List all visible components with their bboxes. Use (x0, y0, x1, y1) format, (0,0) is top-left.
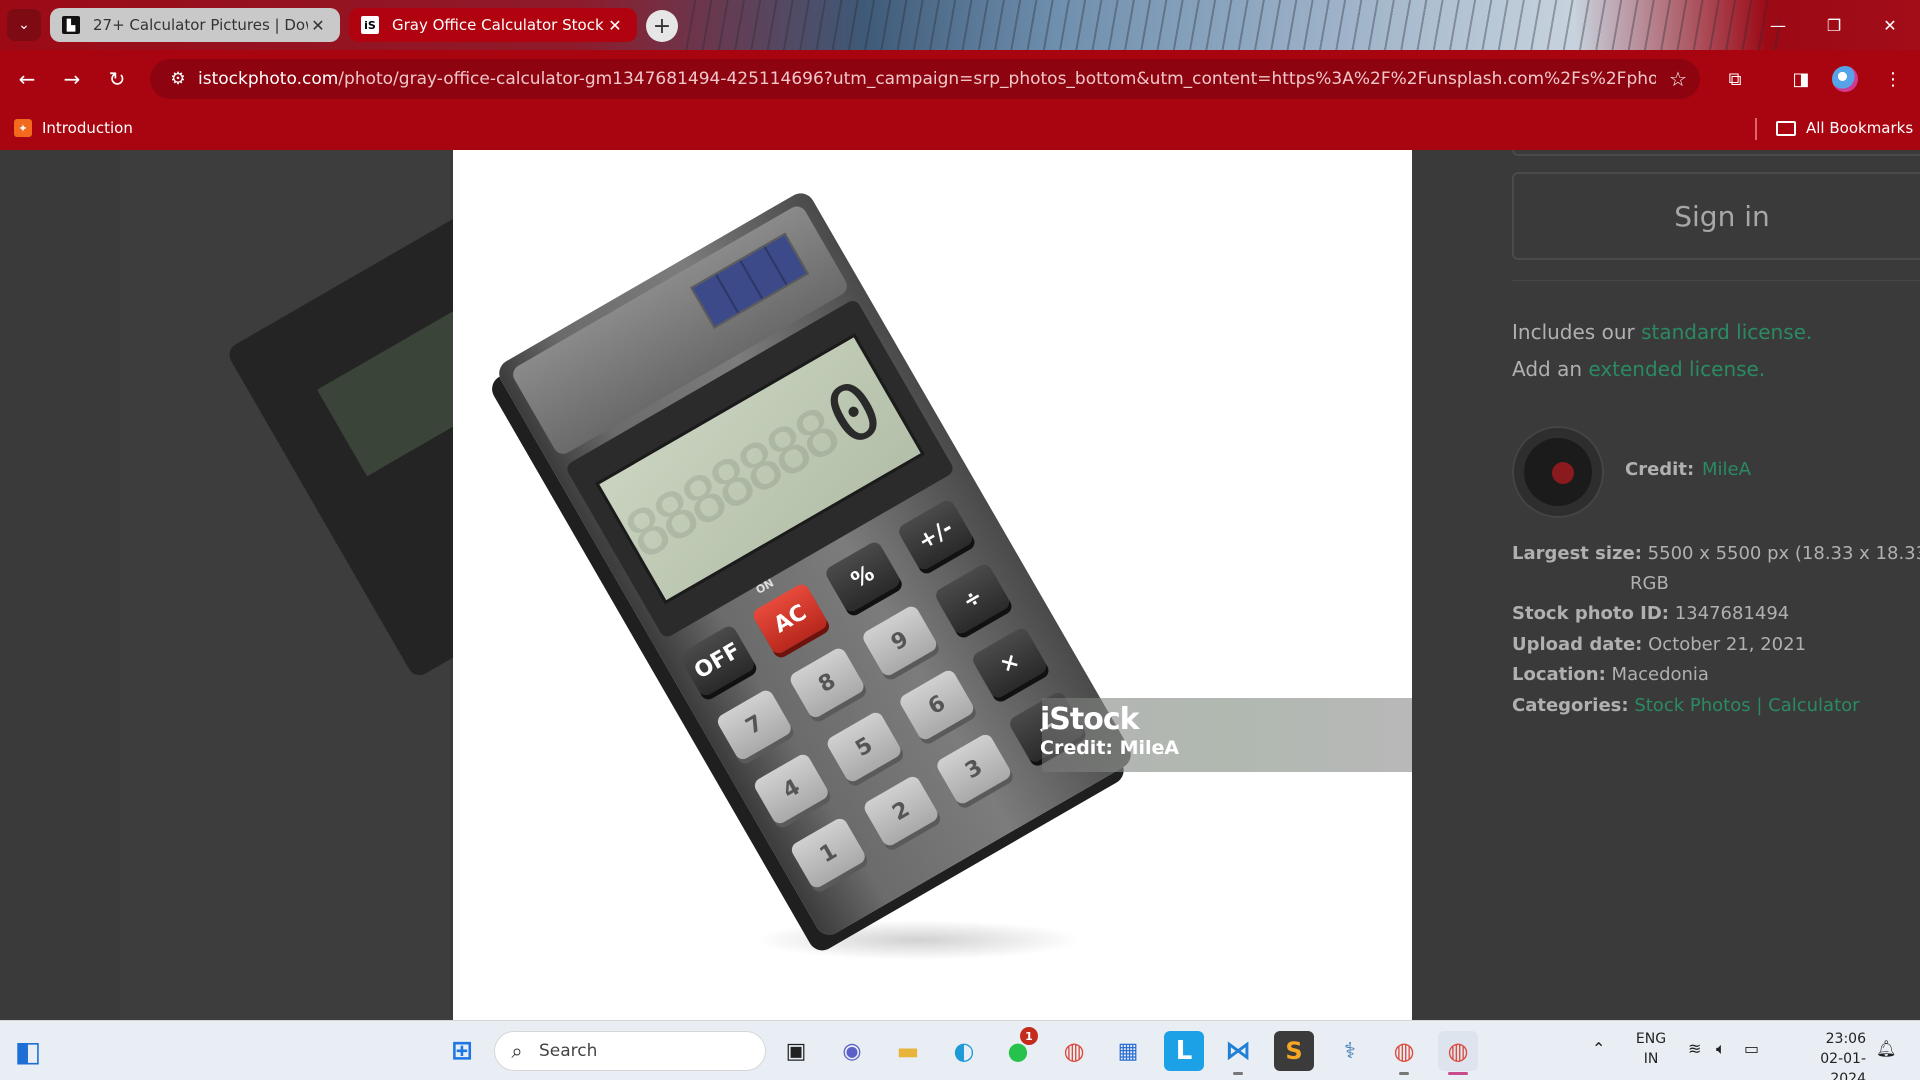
istock-icon: iS (361, 16, 379, 34)
calc-key: ÷ (933, 561, 1012, 637)
calculator-illustration: 88888888 0 ON OFF AC % +/- 7 8 9 ÷ 4 5 6… (494, 188, 1136, 940)
all-bookmarks-button[interactable]: All Bookmarks (1776, 119, 1913, 137)
chrome-icon[interactable]: ◍ (1054, 1031, 1094, 1071)
notification-badge: 1 (1020, 1027, 1038, 1045)
credit-label: Credit: (1625, 459, 1695, 480)
whatsapp-icon[interactable]: ● 1 (998, 1027, 1038, 1071)
stock-photo-id: Stock photo ID: 1347681494 (1512, 603, 1790, 624)
tab-istock[interactable]: iS Gray Office Calculator Stock Ph ✕ (349, 8, 637, 42)
close-icon[interactable]: ✕ (605, 16, 625, 35)
license-line: Includes our standard license. (1512, 320, 1813, 344)
photo-preview[interactable]: 88888888 0 ON OFF AC % +/- 7 8 9 ÷ 4 5 6… (453, 150, 1412, 1020)
file-explorer-icon[interactable]: ▬ (888, 1031, 928, 1071)
contributor-avatar[interactable] (1512, 426, 1604, 518)
language-indicator[interactable]: ENG IN (1633, 1029, 1669, 1069)
profile-avatar[interactable] (1832, 66, 1858, 92)
battery-icon[interactable]: ▭ (1744, 1039, 1759, 1058)
calc-key: 6 (897, 667, 977, 743)
bookmark-favicon-icon: ✦ (14, 119, 32, 137)
store-icon[interactable]: ▦ (1108, 1031, 1148, 1071)
purchase-button-edge[interactable] (1512, 150, 1920, 156)
tab-search-chevron-icon[interactable]: ⌄ (7, 9, 41, 41)
calculator-shadow (753, 920, 1083, 960)
windows-taskbar: ◧ ⊞ ⌕ Search ▣ ◉ ▬ ◐ ● 1 ◍ ▦ L ⋈ S ⚕ ◍ ◍ … (0, 1020, 1920, 1080)
tab-title: 27+ Calculator Pictures | Downl (93, 16, 308, 34)
contributor-link[interactable]: MileA (1702, 459, 1751, 480)
teams-chat-icon[interactable]: ◉ (832, 1031, 872, 1071)
standard-license-link[interactable]: standard license. (1641, 320, 1812, 344)
tab-strip: ⌄ ▙ 27+ Calculator Pictures | Downl ✕ iS… (0, 0, 1920, 50)
tab-title: Gray Office Calculator Stock Ph (392, 16, 605, 34)
folder-icon (1776, 120, 1796, 136)
url-text[interactable]: istockphoto.com/photo/gray-office-calcul… (198, 69, 1656, 89)
python-icon[interactable]: ⚕ (1330, 1031, 1370, 1071)
reload-icon[interactable]: ↻ (100, 62, 134, 96)
calc-key: 2 (861, 773, 941, 849)
volume-icon[interactable]: 🔈︎ (1716, 1039, 1726, 1059)
sign-in-button[interactable]: Sign in (1512, 172, 1920, 260)
search-icon: ⌕ (511, 1039, 523, 1063)
side-panel-icon[interactable]: ◨ (1784, 62, 1818, 96)
app-l-icon[interactable]: L (1164, 1031, 1204, 1071)
watermark-credit: Credit: MileA (1040, 737, 1180, 759)
color-mode: RGB (1630, 573, 1669, 594)
browser-toolbar: ← → ↻ ⚙ istockphoto.com/photo/gray-offic… (0, 50, 1920, 108)
widgets-icon[interactable]: ◧ (8, 1031, 48, 1071)
tab-unsplash[interactable]: ▙ 27+ Calculator Pictures | Downl ✕ (50, 8, 340, 42)
extensions-icon[interactable]: ⧉ (1718, 62, 1752, 96)
calc-key: 9 (860, 603, 940, 679)
edge-icon[interactable]: ◐ (944, 1031, 984, 1071)
details-sidebar: Sign in Includes our standard license. A… (1412, 150, 1920, 1020)
vscode-icon[interactable]: ⋈ (1218, 1031, 1258, 1075)
bookmark-star-icon[interactable]: ☆ (1656, 67, 1700, 91)
menu-kebab-icon[interactable]: ⋮ (1876, 62, 1910, 96)
calc-key: 8 (787, 645, 867, 721)
site-settings-icon[interactable]: ⚙ (158, 69, 198, 89)
bookmark-introduction[interactable]: ✦ Introduction (14, 119, 133, 137)
chrome-active-icon[interactable]: ◍ (1438, 1031, 1478, 1075)
new-tab-button[interactable]: + (646, 10, 678, 42)
notifications-bell-icon[interactable]: 🔔︎ (1876, 1039, 1896, 1058)
close-icon[interactable]: ✕ (308, 16, 328, 35)
calc-key: × (970, 625, 1049, 701)
location: Location: Macedonia (1512, 664, 1709, 685)
forward-icon[interactable]: → (55, 62, 89, 96)
category-link[interactable]: Stock Photos (1634, 695, 1750, 716)
taskbar-search[interactable]: ⌕ Search (494, 1031, 766, 1071)
bookmarks-bar: ✦ Introduction All Bookmarks (0, 108, 1920, 150)
extended-license-link[interactable]: extended license. (1588, 357, 1765, 381)
extended-license-line: Add an extended license. (1512, 357, 1766, 381)
back-icon[interactable]: ← (10, 62, 44, 96)
windows-start-icon[interactable]: ⊞ (442, 1031, 482, 1071)
largest-size: Largest size: 5500 x 5500 px (18.33 x 18… (1512, 543, 1920, 564)
categories: Categories: Stock Photos | Calculator (1512, 695, 1860, 716)
restore-icon[interactable]: ❐ (1806, 0, 1862, 50)
chrome-profile-icon[interactable]: ◍ (1384, 1031, 1424, 1075)
all-bookmarks-label: All Bookmarks (1806, 119, 1914, 137)
category-link[interactable]: Calculator (1768, 695, 1859, 716)
minimize-icon[interactable]: — (1750, 0, 1806, 50)
close-window-icon[interactable]: ✕ (1862, 0, 1918, 50)
sublime-icon[interactable]: S (1274, 1031, 1314, 1071)
upload-date: Upload date: October 21, 2021 (1512, 634, 1807, 655)
calc-key: 3 (934, 731, 1014, 807)
watermark-brand: iStock (1040, 702, 1140, 737)
clock[interactable]: 23:06 02-01-2024 (1786, 1029, 1866, 1080)
wallpaper-trees (680, 0, 1780, 50)
task-view-icon[interactable]: ▣ (776, 1031, 816, 1071)
divider (1755, 118, 1757, 140)
unsplash-icon: ▙ (62, 16, 80, 34)
bookmark-label: Introduction (42, 119, 133, 137)
calc-key: 5 (824, 709, 904, 785)
divider (1512, 280, 1920, 281)
watermark: iStock Credit: MileA (1040, 702, 1179, 759)
wifi-icon[interactable]: ≋ (1688, 1039, 1701, 1058)
show-hidden-icons[interactable]: ⌃ (1592, 1039, 1605, 1058)
page-content: 88888888 0 ON OFF AC % +/- 7 8 9 ÷ 4 5 6… (0, 150, 1920, 1020)
address-bar[interactable]: ⚙ istockphoto.com/photo/gray-office-calc… (150, 59, 1700, 99)
